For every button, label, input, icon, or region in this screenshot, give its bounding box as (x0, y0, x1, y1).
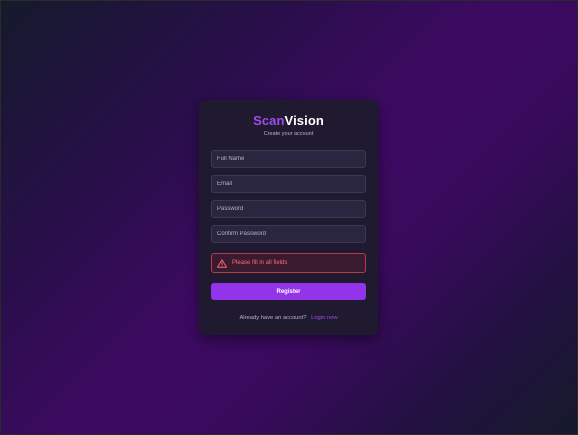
warning-triangle-icon (217, 258, 227, 268)
login-prompt-text: Already have an account? (239, 315, 307, 321)
error-message: Please fill in all fields (232, 260, 288, 266)
logo-text-scan: Scan (253, 113, 285, 128)
full-name-input[interactable] (211, 150, 366, 168)
email-input[interactable] (211, 175, 366, 193)
register-button[interactable]: Register (211, 283, 366, 300)
register-card: ScanVision Create your account Please fi… (199, 100, 378, 335)
confirm-password-input[interactable] (211, 225, 366, 243)
app-logo: ScanVision (199, 113, 378, 128)
login-prompt: Already have an account? Login now (199, 315, 378, 321)
error-alert: Please fill in all fields (211, 253, 366, 273)
password-input[interactable] (211, 200, 366, 218)
page-subtitle: Create your account (263, 131, 314, 137)
logo-text-vision: Vision (284, 113, 324, 128)
login-now-link[interactable]: Login now (311, 315, 337, 321)
